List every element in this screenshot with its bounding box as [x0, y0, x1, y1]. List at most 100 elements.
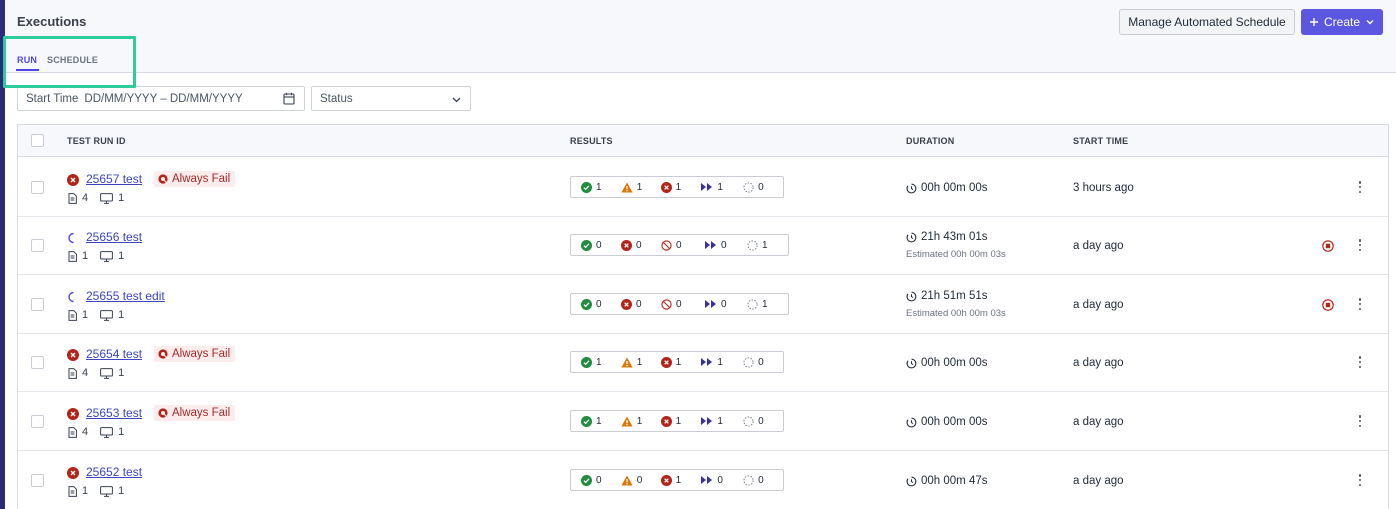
machine-count: 1: [118, 250, 125, 262]
results-summary[interactable]: 0 0 1 0 0: [570, 469, 784, 491]
result-count: 0: [758, 356, 764, 368]
result-count: 0: [636, 239, 642, 251]
result-warning: 0: [621, 475, 661, 486]
result-passed: 1: [581, 356, 621, 368]
test-run-link[interactable]: 25657 test: [86, 172, 142, 186]
test-run-link[interactable]: 25656 test: [86, 230, 142, 244]
estimated-duration: Estimated 00h 00m 03s: [906, 249, 1006, 260]
monitor-icon: [100, 309, 114, 321]
test-run-link[interactable]: 25654 test: [86, 347, 142, 361]
tab-run[interactable]: RUN: [17, 55, 37, 65]
column-header-duration[interactable]: DURATION: [906, 136, 954, 146]
failed-status-icon: [67, 348, 79, 361]
result-skipped: 1: [700, 357, 743, 368]
badge-label: Always Fail: [172, 407, 231, 419]
result-warning: 1: [621, 416, 661, 427]
column-header-start-time[interactable]: START TIME: [1073, 136, 1128, 146]
results-summary[interactable]: 1 1 1 1 0: [570, 176, 784, 198]
document-icon: [68, 192, 77, 204]
result-pending: 0: [743, 357, 783, 368]
result-cancelled: 0: [661, 299, 704, 310]
test-run-link[interactable]: 25653 test: [86, 406, 142, 420]
more-actions-icon[interactable]: [1358, 181, 1362, 193]
create-button[interactable]: Create: [1301, 9, 1383, 35]
table-row: 25654 test Always Fail 4 1 1 1 1 1 0 00h 00m 00s a…: [18, 333, 1388, 392]
date-range-placeholder: DD/MM/YYYY – DD/MM/YYYY: [84, 92, 243, 105]
calendar-icon[interactable]: [283, 92, 295, 105]
result-pending: 0: [743, 416, 783, 427]
manage-automated-schedule-button[interactable]: Manage Automated Schedule: [1119, 9, 1295, 35]
table-row: 25653 test Always Fail 4 1 1 1 1 1 0 00h 00m 00s a…: [18, 392, 1388, 451]
passed-icon: [581, 298, 592, 310]
document-icon: [68, 367, 77, 379]
table-row: 25657 test Always Fail 4 1 1 1 1 1 0 00h 00m 00s 3…: [18, 158, 1388, 217]
table-header: TEST RUN ID RESULTS DURATION START TIME: [18, 125, 1388, 157]
results-summary[interactable]: 0 0 0 0 1: [570, 293, 789, 315]
timer-icon: [906, 417, 917, 428]
duration: 21h 43m 01s: [906, 231, 988, 243]
document-icon: [68, 426, 77, 438]
result-skipped: 0: [704, 240, 747, 251]
row-checkbox[interactable]: [31, 415, 44, 428]
start-time: a day ago: [1073, 416, 1124, 428]
more-actions-icon[interactable]: [1358, 356, 1362, 368]
start-time-filter[interactable]: Start Time DD/MM/YYYY – DD/MM/YYYY: [17, 86, 305, 111]
result-count: 1: [636, 356, 643, 368]
tab-schedule[interactable]: SCHEDULE: [47, 55, 98, 65]
start-time: a day ago: [1073, 357, 1124, 369]
stop-run-icon[interactable]: [1322, 298, 1334, 316]
column-header-test-run-id[interactable]: TEST RUN ID: [67, 136, 126, 146]
document-icon: [68, 309, 77, 321]
result-count: 1: [762, 239, 768, 251]
result-count: 0: [717, 474, 723, 486]
duration-value: 00h 00m 00s: [921, 182, 988, 194]
stop-run-icon[interactable]: [1322, 239, 1334, 257]
pending-icon: [743, 181, 754, 193]
result-count: 1: [675, 181, 682, 193]
more-actions-icon[interactable]: [1358, 474, 1362, 486]
duration: 00h 00m 00s: [906, 416, 988, 428]
row-checkbox[interactable]: [31, 474, 44, 487]
result-count: 0: [676, 239, 682, 251]
failed-icon: [621, 298, 632, 310]
result-passed: 0: [581, 239, 621, 251]
passed-icon: [581, 356, 592, 368]
result-failed: 0: [621, 298, 661, 310]
test-run-link[interactable]: 25652 test: [86, 465, 142, 479]
timer-icon: [906, 358, 917, 369]
more-actions-icon[interactable]: [1358, 415, 1362, 427]
document-count: 4: [82, 367, 89, 379]
pending-icon: [747, 239, 758, 251]
status-filter[interactable]: Status: [311, 86, 471, 111]
row-checkbox[interactable]: [31, 239, 44, 252]
chevron-down-icon: [1366, 20, 1374, 25]
active-tab-indicator: [16, 69, 39, 71]
plus-icon: [1309, 18, 1318, 26]
run-meta: 11: [68, 309, 136, 321]
row-checkbox[interactable]: [31, 298, 44, 311]
row-checkbox[interactable]: [31, 356, 44, 369]
select-all-checkbox[interactable]: [31, 134, 44, 147]
more-actions-icon[interactable]: [1358, 298, 1362, 310]
document-count: 1: [82, 250, 89, 262]
passed-icon: [581, 415, 592, 427]
warning-icon: [621, 357, 633, 368]
results-summary[interactable]: 1 1 1 1 0: [570, 410, 784, 432]
estimated-duration: Estimated 00h 00m 03s: [906, 308, 1006, 319]
result-count: 0: [636, 474, 643, 486]
executions-page: Executions Manage Automated Schedule Cre…: [3, 0, 1396, 509]
row-checkbox[interactable]: [31, 181, 44, 194]
result-count: 0: [676, 298, 682, 310]
result-warning: 1: [621, 357, 661, 368]
results-summary[interactable]: 1 1 1 1 0: [570, 351, 784, 373]
failed-status-icon: [67, 466, 79, 479]
monitor-icon: [100, 192, 114, 204]
test-run-link[interactable]: 25655 test edit: [86, 289, 165, 303]
pending-icon: [747, 298, 758, 310]
always-fail-badge: Always Fail: [154, 171, 236, 187]
results-summary[interactable]: 0 0 0 0 1: [570, 234, 789, 256]
result-warning: 1: [621, 182, 661, 193]
result-failed: 1: [660, 474, 701, 486]
document-icon: [68, 485, 77, 497]
more-actions-icon[interactable]: [1358, 239, 1362, 251]
